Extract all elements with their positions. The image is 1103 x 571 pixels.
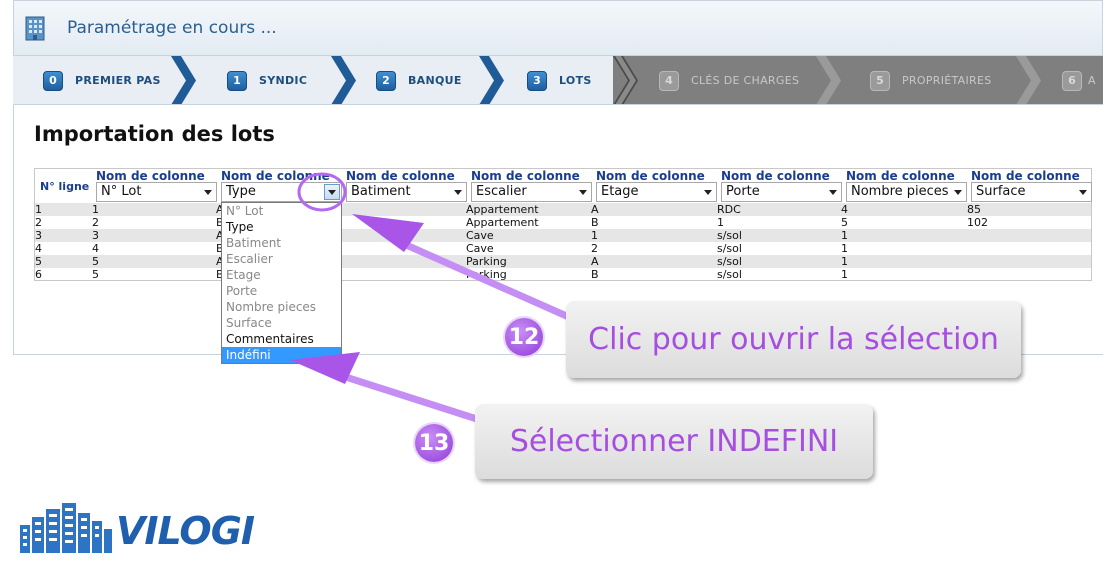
annotation-arrows (290, 172, 582, 424)
callout-step-12: Clic pour ouvrir la sélection (566, 301, 1021, 378)
arrow-shaft (328, 368, 482, 424)
callout-step-13: Sélectionner INDEFINI (475, 404, 873, 479)
city-skyline-icon (20, 503, 112, 553)
logo-text: VILOGI (116, 509, 255, 553)
highlight-circle (297, 172, 347, 212)
step-badge-13: 13 (415, 424, 453, 462)
arrow-shaft (393, 236, 582, 326)
vilogi-logo: VILOGI (20, 503, 255, 555)
step-badge-12: 12 (505, 318, 543, 356)
